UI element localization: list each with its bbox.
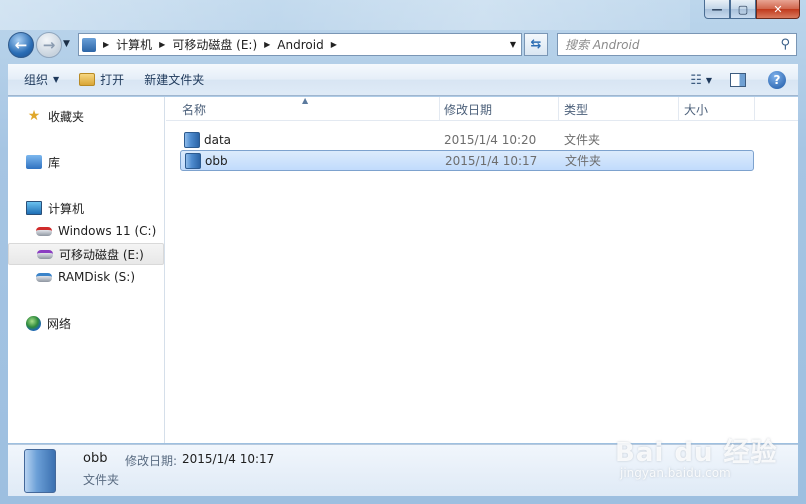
breadcrumb-separator-icon[interactable]: ▶ bbox=[331, 40, 337, 49]
search-input[interactable]: 搜索 Android ⚲ bbox=[557, 33, 797, 56]
file-date: 2015/1/4 10:20 bbox=[444, 132, 537, 147]
open-button[interactable]: 打开 bbox=[69, 67, 134, 93]
chevron-down-icon: ▼ bbox=[53, 75, 60, 84]
sidebar-item-drive-s[interactable]: RAMDisk (S:) bbox=[8, 266, 164, 288]
preview-pane-icon[interactable] bbox=[730, 73, 746, 87]
refresh-button[interactable]: ⇆ bbox=[524, 33, 548, 56]
title-bar bbox=[0, 0, 690, 30]
search-icon[interactable]: ⚲ bbox=[780, 37, 790, 52]
file-row-obb[interactable]: obb 2015/1/4 10:17 文件夹 bbox=[180, 150, 754, 171]
change-view-icon[interactable]: ☷ bbox=[690, 73, 702, 88]
favorites-star-icon: ★ bbox=[27, 108, 41, 124]
address-bar[interactable]: ▶ 计算机 ▶ 可移动磁盘 (E:) ▶ Android ▶ ▼ bbox=[78, 33, 522, 56]
sidebar-item-network[interactable]: 网络 bbox=[8, 312, 164, 334]
sidebar-item-drive-c[interactable]: Windows 11 (C:) bbox=[8, 220, 164, 242]
baidu-watermark-url: jingyan.baidu.com bbox=[620, 466, 731, 480]
sidebar-item-libraries[interactable]: 库 bbox=[8, 151, 164, 173]
ramdisk-drive-icon bbox=[36, 272, 52, 282]
sidebar-item-label: 网络 bbox=[47, 316, 72, 331]
breadcrumb-drive-e[interactable]: 可移动磁盘 (E:) bbox=[172, 36, 257, 53]
new-folder-button[interactable]: 新建文件夹 bbox=[134, 67, 214, 93]
help-button[interactable]: ? bbox=[768, 71, 786, 89]
sidebar-item-label: 可移动磁盘 (E:) bbox=[59, 247, 144, 262]
sidebar-item-label: RAMDisk (S:) bbox=[58, 270, 136, 284]
folder-icon bbox=[82, 37, 96, 52]
open-folder-icon bbox=[79, 73, 96, 86]
back-button[interactable]: ← bbox=[8, 32, 34, 58]
baidu-watermark-logo: Bai du 经验 bbox=[615, 438, 778, 468]
file-date: 2015/1/4 10:17 bbox=[445, 153, 538, 168]
search-placeholder: 搜索 Android bbox=[565, 38, 640, 52]
sidebar-item-computer[interactable]: 计算机 bbox=[8, 197, 164, 219]
file-type: 文件夹 bbox=[565, 154, 602, 168]
maximize-button[interactable]: ▢ bbox=[730, 0, 756, 19]
sidebar-item-drive-e[interactable]: 可移动磁盘 (E:) bbox=[8, 243, 164, 265]
address-history-chevron-down-icon[interactable]: ▼ bbox=[505, 34, 521, 55]
forward-button[interactable]: → bbox=[36, 32, 62, 58]
organize-button[interactable]: 组织 ▼ bbox=[14, 67, 69, 93]
column-name[interactable]: 名称 bbox=[172, 97, 440, 121]
details-file-type: 文件夹 bbox=[83, 473, 120, 487]
recent-pages-chevron-icon[interactable]: ▼ bbox=[63, 39, 70, 49]
file-row-data[interactable]: data 2015/1/4 10:20 文件夹 bbox=[180, 129, 754, 150]
computer-icon bbox=[26, 201, 42, 215]
sidebar-item-favorites[interactable]: ★ 收藏夹 bbox=[8, 105, 164, 127]
column-divider[interactable] bbox=[754, 97, 755, 121]
details-date-value: 2015/1/4 10:17 bbox=[182, 452, 275, 466]
details-file-name: obb bbox=[83, 451, 108, 466]
toolbar-right: ☷ ▼ ? bbox=[690, 64, 798, 96]
folder-large-icon bbox=[24, 449, 56, 493]
sidebar-item-label: 计算机 bbox=[48, 201, 85, 216]
details-date-label: 修改日期: bbox=[125, 454, 178, 468]
column-size[interactable]: 大小 bbox=[674, 97, 794, 121]
breadcrumb-android[interactable]: Android bbox=[277, 38, 323, 52]
breadcrumb-separator-icon[interactable]: ▶ bbox=[103, 40, 109, 49]
close-button[interactable]: ✕ bbox=[756, 0, 800, 19]
breadcrumb-computer[interactable]: 计算机 bbox=[116, 36, 152, 53]
minimize-button[interactable]: — bbox=[704, 0, 730, 19]
open-label: 打开 bbox=[100, 73, 125, 87]
sidebar-item-label: Windows 11 (C:) bbox=[58, 224, 157, 238]
sidebar-item-label: 收藏夹 bbox=[48, 109, 85, 124]
column-type[interactable]: 类型 bbox=[554, 97, 674, 121]
sidebar-item-label: 库 bbox=[48, 155, 61, 170]
caption-buttons: — ▢ ✕ bbox=[704, 0, 800, 20]
file-list[interactable]: ▲ 名称 修改日期 类型 大小 data 2015/1/4 10:20 文件夹 … bbox=[166, 96, 798, 443]
new-folder-label: 新建文件夹 bbox=[144, 73, 205, 87]
hard-drive-icon bbox=[36, 226, 52, 236]
libraries-icon bbox=[26, 155, 42, 169]
column-date-modified[interactable]: 修改日期 bbox=[434, 97, 554, 121]
file-name: data bbox=[204, 132, 232, 147]
breadcrumb-separator-icon[interactable]: ▶ bbox=[264, 40, 270, 49]
removable-drive-icon bbox=[37, 249, 53, 259]
navigation-bar: ← → ▼ ▶ 计算机 ▶ 可移动磁盘 (E:) ▶ Android ▶ ▼ ⇆… bbox=[0, 28, 806, 62]
navigation-pane[interactable]: ★ 收藏夹 库 计算机 Windows 11 (C:) 可移动磁盘 (E:) R… bbox=[8, 97, 165, 443]
file-name: obb bbox=[205, 153, 228, 168]
folder-icon bbox=[185, 152, 201, 169]
main-area: ★ 收藏夹 库 计算机 Windows 11 (C:) 可移动磁盘 (E:) R… bbox=[8, 96, 798, 443]
file-type: 文件夹 bbox=[564, 133, 601, 147]
column-header: ▲ 名称 修改日期 类型 大小 bbox=[166, 96, 798, 121]
explorer-window: — ▢ ✕ ← → ▼ ▶ 计算机 ▶ 可移动磁盘 (E:) ▶ Android… bbox=[0, 0, 806, 504]
folder-icon bbox=[184, 131, 200, 148]
network-globe-icon bbox=[26, 315, 41, 331]
view-options-chevron-down-icon[interactable]: ▼ bbox=[706, 76, 712, 85]
organize-label: 组织 bbox=[24, 73, 49, 87]
breadcrumb-separator-icon[interactable]: ▶ bbox=[159, 40, 165, 49]
command-bar: 组织 ▼ 打开 新建文件夹 ☷ ▼ ? bbox=[8, 64, 798, 96]
